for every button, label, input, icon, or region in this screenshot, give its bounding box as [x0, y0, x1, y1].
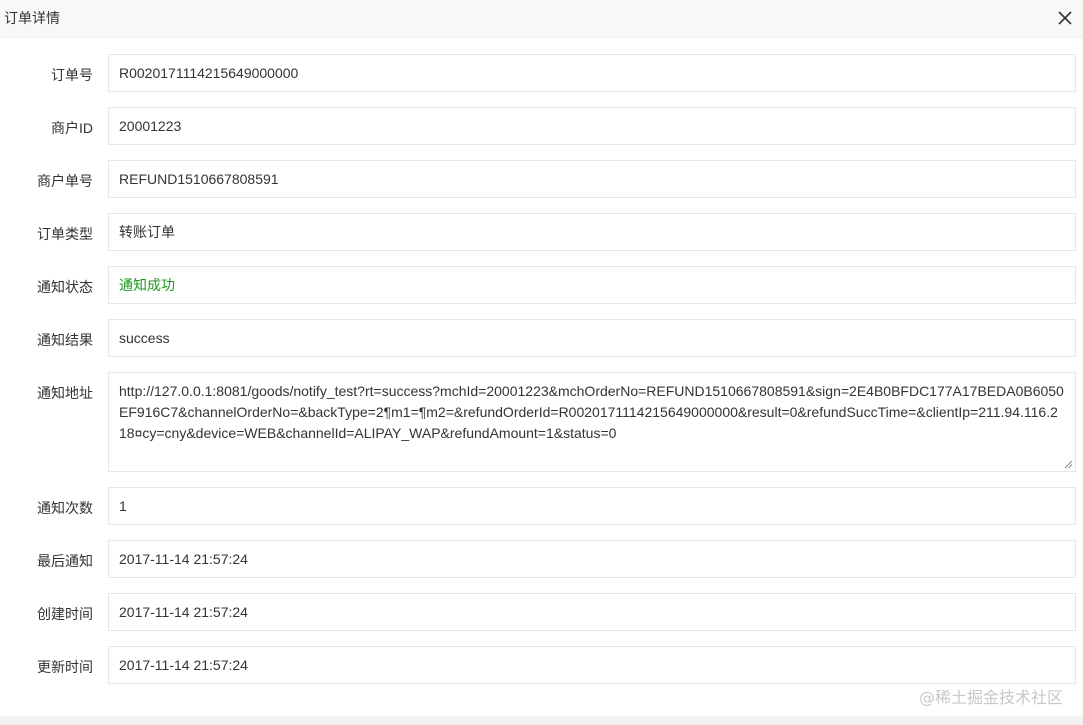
updated-time-label: 更新时间 [37, 659, 93, 675]
resize-handle-icon[interactable] [1064, 460, 1073, 469]
watermark: @稀土掘金技术社区 [918, 688, 1063, 707]
notify-count-field[interactable]: 1 [108, 487, 1076, 525]
notify-count-label: 通知次数 [37, 500, 93, 516]
notify-url-text: http://127.0.0.1:8081/goods/notify_test?… [119, 383, 1064, 441]
notify-result-field[interactable]: success [108, 319, 1076, 357]
dialog-footer [0, 716, 1083, 725]
last-notify-field[interactable]: 2017-11-14 21:57:24 [108, 540, 1076, 578]
merchant-id-field[interactable]: 20001223 [108, 107, 1076, 145]
order-type-label: 订单类型 [37, 226, 93, 242]
dialog-header: 订单详情 [0, 0, 1083, 38]
notify-status-label: 通知状态 [37, 279, 93, 295]
created-time-field[interactable]: 2017-11-14 21:57:24 [108, 593, 1076, 631]
order-type-field[interactable]: 转账订单 [108, 213, 1076, 251]
created-time-label: 创建时间 [37, 606, 93, 622]
updated-time-field[interactable]: 2017-11-14 21:57:24 [108, 646, 1076, 684]
merchant-order-no-field[interactable]: REFUND1510667808591 [108, 160, 1076, 198]
notify-status-field[interactable]: 通知成功 [108, 266, 1076, 304]
close-button[interactable] [1055, 8, 1075, 28]
notify-url-textarea[interactable]: http://127.0.0.1:8081/goods/notify_test?… [108, 372, 1076, 472]
notify-url-label: 通知地址 [37, 385, 93, 401]
last-notify-label: 最后通知 [37, 553, 93, 569]
order-no-label: 订单号 [51, 67, 93, 83]
notify-result-label: 通知结果 [37, 332, 93, 348]
merchant-id-label: 商户ID [51, 120, 93, 136]
merchant-order-no-label: 商户单号 [37, 173, 93, 189]
dialog-title: 订单详情 [4, 10, 60, 26]
close-icon [1058, 11, 1072, 25]
order-no-field[interactable]: R0020171114215649000000 [108, 54, 1076, 92]
